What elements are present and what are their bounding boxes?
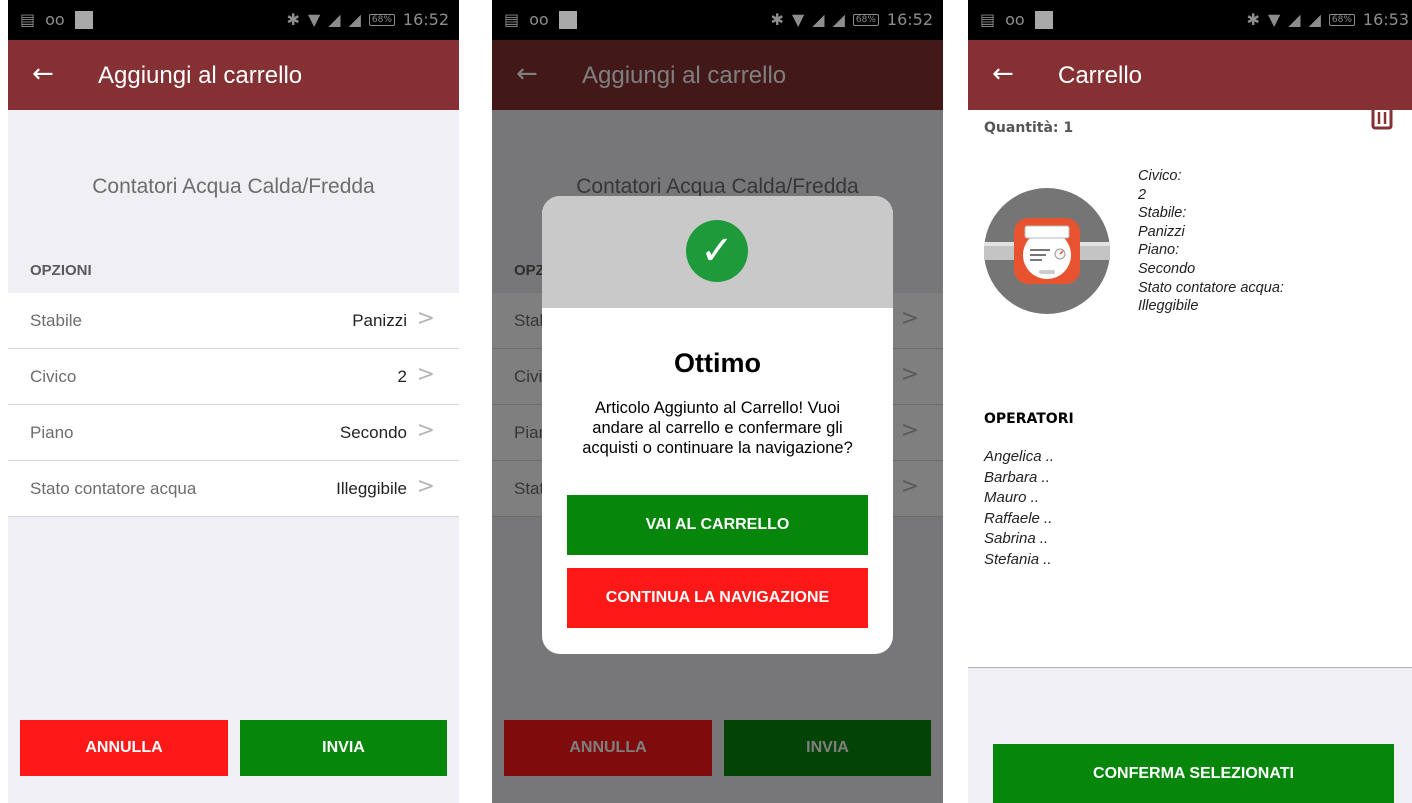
page-title: Aggiungi al carrello [98,62,303,89]
operator-item: Stefania .. [984,550,1052,568]
success-dialog: ✓ Ottimo Articolo Aggiunto al Carrello! … [542,196,893,654]
status-time: 16:53 [1362,10,1409,29]
bluetooth-icon: ✱ [286,10,300,29]
operator-item: Angelica .. [984,448,1055,465]
status-time: 16:52 [402,10,449,29]
chevron-right-icon: > [416,362,435,387]
operator-item: Raffaele .. [984,509,1053,527]
square-icon [558,10,577,29]
option-row-piano[interactable]: Piano Secondo > [8,405,459,461]
operators-header: OPERATORI [984,411,1074,427]
option-label: Stato contatore acqua [30,479,197,498]
status-bar: ▤ oo ✱ ▼ ◢ ◢ 68% 16:53 [968,0,1412,40]
checkmark-icon: ✓ [686,220,748,282]
option-value: Illeggibile [336,479,407,498]
option-value: Secondo [339,423,407,442]
battery-icon: 68% [852,13,879,26]
battery-icon: 68% [1328,13,1355,26]
calendar-icon: ▤ [504,10,520,29]
page-title: Carrello [1058,62,1143,89]
square-icon [74,10,93,29]
dialog-header: ✓ [542,196,893,308]
square-icon [1034,10,1053,29]
water-meter-image [984,188,1110,314]
trash-icon[interactable] [1371,108,1393,130]
detail-line: Secondo [1138,260,1196,277]
signal-icon: ◢ [1288,10,1301,29]
screen-add-to-cart-dialog: ▤ oo ✱ ▼ ◢ ◢ 68% 16:52 ← Aggiungi al car… [492,0,943,803]
wifi-icon: ▼ [791,10,805,29]
operator-item: Mauro .. [984,489,1040,506]
option-value: Panizzi [352,311,407,330]
quantity-label: Quantità: 1 [984,120,1074,136]
options-list: Stabile Panizzi > Civico 2 > Piano Secon… [8,293,459,517]
signal-icon: ◢ [348,10,361,29]
option-row-civico[interactable]: Civico 2 > [8,349,459,405]
detail-line: Stato contatore acqua: [1138,279,1284,296]
cancel-button[interactable]: ANNULLA [20,720,228,776]
send-button[interactable]: INVIA [240,720,447,776]
options-header: OPZIONI [30,262,92,279]
screen-cart: ▤ oo ✱ ▼ ◢ ◢ 68% 16:53 ← Carrello Quanti… [968,0,1412,803]
voicemail-icon: oo [529,10,549,29]
app-bar: ← Carrello [968,40,1412,110]
option-value: 2 [397,367,407,386]
option-row-stato-contatore[interactable]: Stato contatore acqua Illeggibile > [8,461,459,517]
signal-icon: ◢ [812,10,825,29]
option-label: Piano [30,423,74,442]
chevron-right-icon: > [416,306,435,331]
detail-line: Illeggibile [1138,298,1199,315]
detail-line: Panizzi [1138,223,1185,240]
option-label: Civico [30,367,77,386]
status-time: 16:52 [886,10,933,29]
option-row-stabile[interactable]: Stabile Panizzi > [8,293,459,349]
signal-icon: ◢ [328,10,341,29]
bluetooth-icon: ✱ [1246,10,1260,29]
app-bar: ← Aggiungi al carrello [8,40,459,110]
option-label: Stabile [30,311,82,330]
status-bar: ▤ oo ✱ ▼ ◢ ◢ 68% 16:52 [8,0,459,40]
chevron-right-icon: > [416,418,435,443]
voicemail-icon: oo [1005,10,1025,29]
operators-list: Angelica .. Barbara .. Mauro .. Raffaele… [984,447,1054,570]
detail-line: Civico: [1138,168,1182,184]
wifi-icon: ▼ [1267,10,1281,29]
battery-icon: 68% [368,13,395,26]
screen-add-to-cart: ▤ oo ✱ ▼ ◢ ◢ 68% 16:52 ← Aggiungi al car… [8,0,459,803]
detail-line: Stabile: [1138,205,1187,222]
operator-item: Sabrina .. [984,530,1049,547]
dialog-title: Ottimo [674,348,761,378]
calendar-icon: ▤ [20,10,36,29]
go-to-cart-button[interactable]: VAI AL CARRELLO [567,495,868,555]
back-arrow-icon[interactable]: ← [32,59,54,89]
dialog-message: Articolo Aggiunto al Carrello! Vuoi anda… [582,399,853,457]
wifi-icon: ▼ [307,10,321,29]
back-arrow-icon[interactable]: ← [992,59,1014,89]
product-name: Contatori Acqua Calda/Fredda [92,175,375,198]
continue-browsing-button[interactable]: CONTINUA LA NAVIGAZIONE [567,568,868,628]
detail-line: Piano: [1138,242,1180,259]
confirm-selected-button[interactable]: CONFERMA SELEZIONATI [993,744,1394,803]
voicemail-icon: oo [45,10,65,29]
signal-icon: ◢ [832,10,845,29]
status-bar: ▤ oo ✱ ▼ ◢ ◢ 68% 16:52 [492,0,943,40]
chevron-right-icon: > [416,474,435,499]
item-details: Civico: 2 Stabile: Panizzi Piano: Second… [1138,167,1284,316]
bluetooth-icon: ✱ [770,10,784,29]
detail-line: 2 [1138,186,1147,203]
signal-icon: ◢ [1308,10,1321,29]
calendar-icon: ▤ [980,10,996,29]
operator-item: Barbara .. [984,468,1050,486]
